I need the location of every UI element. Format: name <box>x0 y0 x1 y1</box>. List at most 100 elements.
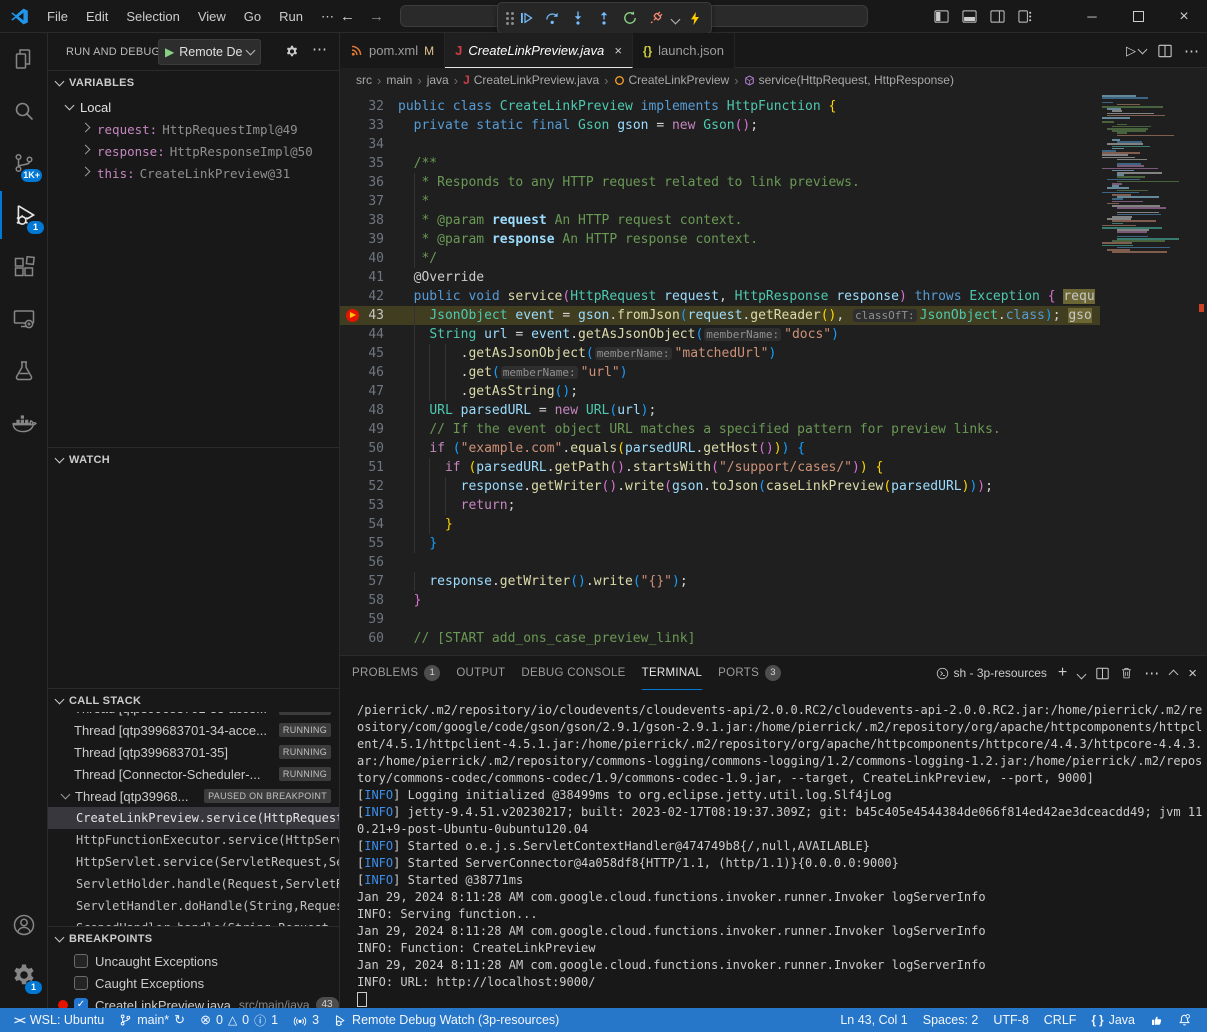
line-number[interactable]: 60 <box>340 629 398 648</box>
activity-remote-explorer[interactable] <box>0 295 47 343</box>
toggle-panel-icon[interactable] <box>955 0 983 33</box>
hot-code-replace-icon[interactable] <box>683 6 707 30</box>
new-terminal-icon[interactable]: + <box>1058 664 1067 682</box>
breakpoint-checkbox[interactable] <box>74 954 88 968</box>
code-line[interactable]: 58 } <box>340 591 1100 610</box>
breadcrumb-item[interactable]: src <box>356 73 372 87</box>
sidebar-more-icon[interactable]: ⋯ <box>312 40 327 58</box>
status-left-item-1[interactable]: main*↻ <box>113 1008 191 1032</box>
toggle-sidebar-icon[interactable] <box>927 0 955 33</box>
maximize-panel-icon[interactable] <box>1170 666 1177 681</box>
paused-breakpoint-icon[interactable] <box>346 309 359 322</box>
code-line[interactable]: 52 response.getWriter().write(gson.toJso… <box>340 477 1100 496</box>
stack-frame[interactable]: HttpFunctionExecutor.service(HttpServl <box>48 829 339 851</box>
code-line[interactable]: 37 * <box>340 192 1100 211</box>
close-panel-icon[interactable]: × <box>1188 665 1197 682</box>
activity-accounts[interactable] <box>0 901 47 949</box>
activity-extensions[interactable] <box>0 243 47 291</box>
split-terminal-icon[interactable] <box>1096 667 1109 680</box>
code-line[interactable]: 57 response.getWriter().write("{}"); <box>340 572 1100 591</box>
line-number[interactable]: 32 <box>340 97 398 116</box>
stack-frame[interactable]: ServletHolder.handle(Request,ServletRe <box>48 873 339 895</box>
activity-testing[interactable] <box>0 347 47 395</box>
breakpoint-row[interactable]: Uncaught Exceptions <box>48 950 339 972</box>
variable-row[interactable]: this:CreateLinkPreview@31 <box>48 162 339 184</box>
stack-frame[interactable]: HttpServlet.service(ServletRequest,Ser <box>48 851 339 873</box>
code-line[interactable]: 39 * @param response An HTTP response co… <box>340 230 1100 249</box>
code-line[interactable]: 60 // [START add_ons_case_preview_link] <box>340 629 1100 648</box>
menu-selection[interactable]: Selection <box>117 9 188 24</box>
code-line[interactable]: 48 URL parsedURL = new URL(url); <box>340 401 1100 420</box>
panel-tab-problems[interactable]: PROBLEMS1 <box>352 656 440 690</box>
code-line[interactable]: 45 .getAsJsonObject(memberName:"matchedU… <box>340 344 1100 363</box>
tab-createlinkpreview-java[interactable]: JCreateLinkPreview.java× <box>445 33 633 68</box>
line-number[interactable]: 38 <box>340 211 398 230</box>
terminal-dropdown-icon[interactable] <box>1078 666 1085 681</box>
line-number[interactable]: 35 <box>340 154 398 173</box>
terminal-instance[interactable]: sh - 3p-resources <box>936 666 1047 680</box>
code-line[interactable]: 56 <box>340 553 1100 572</box>
variables-scope[interactable]: Local <box>48 96 339 118</box>
line-number[interactable]: 34 <box>340 135 398 154</box>
code-line[interactable]: 40 */ <box>340 249 1100 268</box>
activity-explorer[interactable] <box>0 35 47 83</box>
code-line[interactable]: 43 JsonObject event = gson.fromJson(requ… <box>340 306 1100 325</box>
line-number[interactable]: 48 <box>340 401 398 420</box>
line-number[interactable]: 49 <box>340 420 398 439</box>
breakpoint-checkbox[interactable]: ✓ <box>74 998 88 1008</box>
status-right-item-2[interactable]: UTF-8 <box>987 1008 1034 1032</box>
thread-row[interactable]: Thread [qtp399683701-35]RUNNING <box>48 741 339 763</box>
breakpoint-row[interactable]: ✓CreateLinkPreview.javasrc/main/java43 <box>48 994 339 1008</box>
watch-section-header[interactable]: WATCH <box>48 447 339 471</box>
line-number[interactable]: 41 <box>340 268 398 287</box>
status-left-item-4[interactable]: Remote Debug Watch (3p-resources) <box>328 1008 565 1032</box>
code-line[interactable]: 44 String url = event.getAsJsonObject(me… <box>340 325 1100 344</box>
minimize-button[interactable]: ─ <box>1069 0 1115 33</box>
line-number[interactable]: 58 <box>340 591 398 610</box>
line-number[interactable]: 56 <box>340 553 398 572</box>
line-number[interactable]: 50 <box>340 439 398 458</box>
code-line[interactable]: 34 <box>340 135 1100 154</box>
split-editor-icon[interactable] <box>1158 44 1172 58</box>
forward-icon[interactable]: → <box>369 8 384 25</box>
line-number[interactable]: 42 <box>340 287 398 306</box>
tab-launch-json[interactable]: {}launch.json <box>633 33 735 68</box>
close-tab-icon[interactable]: × <box>614 43 622 58</box>
code-line[interactable]: 36 * Responds to any HTTP request relate… <box>340 173 1100 192</box>
thread-row[interactable]: Thread [qtp399683701-33-acce...RUNNING <box>48 712 339 719</box>
editor-more-icon[interactable]: ⋯ <box>1184 42 1199 60</box>
step-out-icon[interactable] <box>592 6 616 30</box>
stack-frame[interactable]: ScopedHandler.handle(String,Request, <box>48 917 339 926</box>
disconnect-icon[interactable] <box>644 6 668 30</box>
line-number[interactable]: 39 <box>340 230 398 249</box>
toggle-secondary-sidebar-icon[interactable] <box>983 0 1011 33</box>
line-number[interactable]: 47 <box>340 382 398 401</box>
stack-frame[interactable]: CreateLinkPreview.service(HttpRequest, <box>48 807 339 829</box>
code-line[interactable]: 33 private static final Gson gson = new … <box>340 116 1100 135</box>
menu-view[interactable]: View <box>189 9 235 24</box>
line-number[interactable]: 45 <box>340 344 398 363</box>
breadcrumb-item[interactable]: service(HttpRequest, HttpResponse) <box>744 73 954 87</box>
status-left-item-2[interactable]: ⊗0△0ⓘ1 <box>194 1008 284 1032</box>
code-line[interactable]: 32public class CreateLinkPreview impleme… <box>340 97 1100 116</box>
line-number[interactable]: 40 <box>340 249 398 268</box>
code-line[interactable]: 55 } <box>340 534 1100 553</box>
terminal-output[interactable]: /pierrick/.m2/repository/io/cloudevents/… <box>357 702 1202 1008</box>
panel-tab-output[interactable]: OUTPUT <box>456 656 505 690</box>
run-java-icon[interactable]: ▷ <box>1126 43 1146 59</box>
status-right-item-4[interactable]: { }Java <box>1085 1008 1141 1032</box>
code-editor[interactable]: 32public class CreateLinkPreview impleme… <box>340 92 1207 655</box>
panel-more-icon[interactable]: ⋯ <box>1144 664 1159 682</box>
code-line[interactable]: 42 public void service(HttpRequest reque… <box>340 287 1100 306</box>
panel-tab-terminal[interactable]: TERMINAL <box>642 656 703 690</box>
status-right-item-3[interactable]: CRLF <box>1038 1008 1083 1032</box>
variables-section-header[interactable]: VARIABLES <box>48 70 339 94</box>
customize-layout-icon[interactable] <box>1011 0 1039 33</box>
thread-row[interactable]: Thread [Connector-Scheduler-...RUNNING <box>48 763 339 785</box>
tab-pom-xml[interactable]: pom.xmlM <box>340 33 445 68</box>
kill-terminal-icon[interactable] <box>1120 666 1133 680</box>
activity-run-debug[interactable]: 1 <box>0 191 49 239</box>
minimap[interactable] <box>1100 92 1190 655</box>
maximize-button[interactable] <box>1115 0 1161 33</box>
line-number[interactable]: 36 <box>340 173 398 192</box>
